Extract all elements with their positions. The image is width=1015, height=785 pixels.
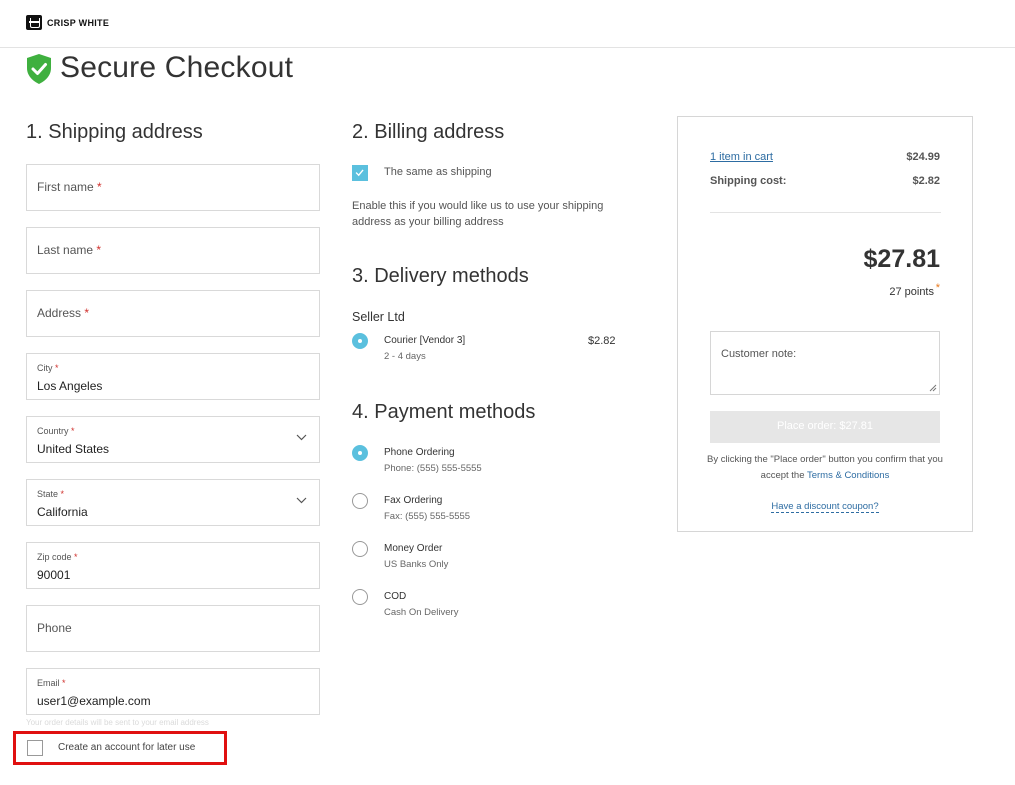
customer-note-placeholder: Customer note:	[721, 348, 797, 360]
chevron-down-icon	[296, 434, 307, 441]
zip-code-field[interactable]: Zip code * 90001	[26, 542, 320, 589]
order-total: $27.81	[863, 245, 940, 273]
first-name-field[interactable]: First name *	[26, 164, 320, 211]
seller-name: Seller Ltd	[352, 310, 405, 324]
email-value: user1@example.com	[37, 694, 151, 708]
state-label: State	[37, 489, 59, 499]
country-select[interactable]: Country * United States	[26, 416, 320, 463]
discount-coupon-link[interactable]: Have a discount coupon?	[678, 501, 972, 513]
reward-points: 27 points	[889, 286, 934, 298]
state-select[interactable]: State * California	[26, 479, 320, 526]
payment-title: Phone Ordering	[384, 447, 455, 458]
coupon-label: Have a discount coupon?	[771, 501, 879, 513]
address-label: Address	[37, 306, 82, 320]
create-account-option[interactable]: Create an account for later use	[13, 731, 227, 765]
place-order-label: Place order: $27.81	[776, 420, 873, 432]
required-mark: *	[55, 363, 59, 373]
delivery-heading: 3. Delivery methods	[352, 265, 529, 287]
city-label: City	[37, 363, 53, 373]
billing-help-text: Enable this if you would like us to use …	[352, 200, 604, 228]
brand-icon	[26, 15, 42, 30]
points-asterisk: *	[935, 282, 940, 294]
shipping-cost-amount: $2.82	[912, 175, 940, 187]
payment-sub: Phone: (555) 555-5555	[384, 463, 482, 474]
order-summary-card: 1 item in cart $24.99 Shipping cost: $2.…	[677, 116, 973, 532]
courier-duration: 2 - 4 days	[384, 351, 426, 362]
top-header: CRISP WHITE	[0, 0, 1015, 48]
courier-radio[interactable]	[352, 333, 368, 349]
address-field[interactable]: Address *	[26, 290, 320, 337]
payment-sub: US Banks Only	[384, 559, 449, 570]
payment-radio-fax[interactable]	[352, 493, 368, 509]
page-title: Secure Checkout	[60, 51, 294, 84]
terms-link[interactable]: Terms & Conditions	[807, 470, 889, 481]
create-account-checkbox[interactable]	[27, 740, 43, 756]
payment-title: Fax Ordering	[384, 495, 443, 506]
email-hint: Your order details will be sent to your …	[26, 718, 209, 727]
required-mark: *	[74, 552, 78, 562]
billing-heading: 2. Billing address	[352, 121, 505, 143]
last-name-label: Last name	[37, 243, 94, 257]
email-label: Email	[37, 678, 60, 688]
country-label: Country	[37, 426, 69, 436]
cart-amount: $24.99	[906, 151, 940, 163]
city-value: Los Angeles	[37, 379, 103, 393]
payment-title: Money Order	[384, 543, 443, 554]
payment-title: COD	[384, 591, 407, 602]
customer-note-textarea[interactable]: Customer note:	[710, 331, 940, 395]
phone-label: Phone	[37, 621, 72, 635]
required-mark: *	[71, 426, 75, 436]
courier-title: Courier [Vendor 3]	[384, 335, 466, 346]
shield-check-icon	[27, 54, 51, 84]
first-name-label: First name	[37, 180, 94, 194]
payment-radio-phone[interactable]	[352, 445, 368, 461]
payment-radio-cod[interactable]	[352, 589, 368, 605]
city-field[interactable]: City * Los Angeles	[26, 353, 320, 400]
brand-name: CRISP WHITE	[47, 17, 110, 28]
required-mark: *	[60, 489, 65, 499]
zip-code-label: Zip code	[37, 552, 72, 562]
required-mark: *	[62, 678, 66, 688]
payment-heading: 4. Payment methods	[352, 401, 536, 423]
state-value: California	[37, 505, 88, 519]
phone-field[interactable]: Phone	[26, 605, 320, 652]
brand-logo-link[interactable]: CRISP WHITE	[26, 15, 109, 30]
required-mark: *	[97, 180, 102, 194]
checkmark-icon	[355, 169, 364, 177]
payment-sub: Fax: (555) 555-5555	[384, 511, 471, 522]
payment-sub: Cash On Delivery	[384, 607, 459, 618]
terms-confirmation: By clicking the "Place order" button you…	[698, 452, 952, 484]
place-order-button[interactable]: Place order: $27.81	[710, 411, 940, 443]
courier-price: $2.82	[588, 335, 616, 347]
same-as-shipping-label: The same as shipping	[384, 166, 492, 178]
email-field[interactable]: Email * user1@example.com	[26, 668, 320, 715]
zip-code-value: 90001	[37, 568, 71, 582]
chevron-down-icon	[296, 497, 307, 504]
resize-handle-icon[interactable]	[929, 384, 937, 392]
cart-items-link[interactable]: 1 item in cart	[710, 151, 773, 163]
shipping-heading: 1. Shipping address	[26, 121, 203, 143]
last-name-field[interactable]: Last name *	[26, 227, 320, 274]
create-account-label: Create an account for later use	[58, 742, 196, 753]
payment-radio-money-order[interactable]	[352, 541, 368, 557]
divider	[710, 212, 941, 213]
required-mark: *	[84, 306, 90, 320]
country-value: United States	[37, 442, 110, 456]
shipping-cost-label: Shipping cost:	[710, 175, 787, 187]
same-as-shipping-checkbox[interactable]	[352, 165, 368, 181]
required-mark: *	[96, 243, 102, 257]
